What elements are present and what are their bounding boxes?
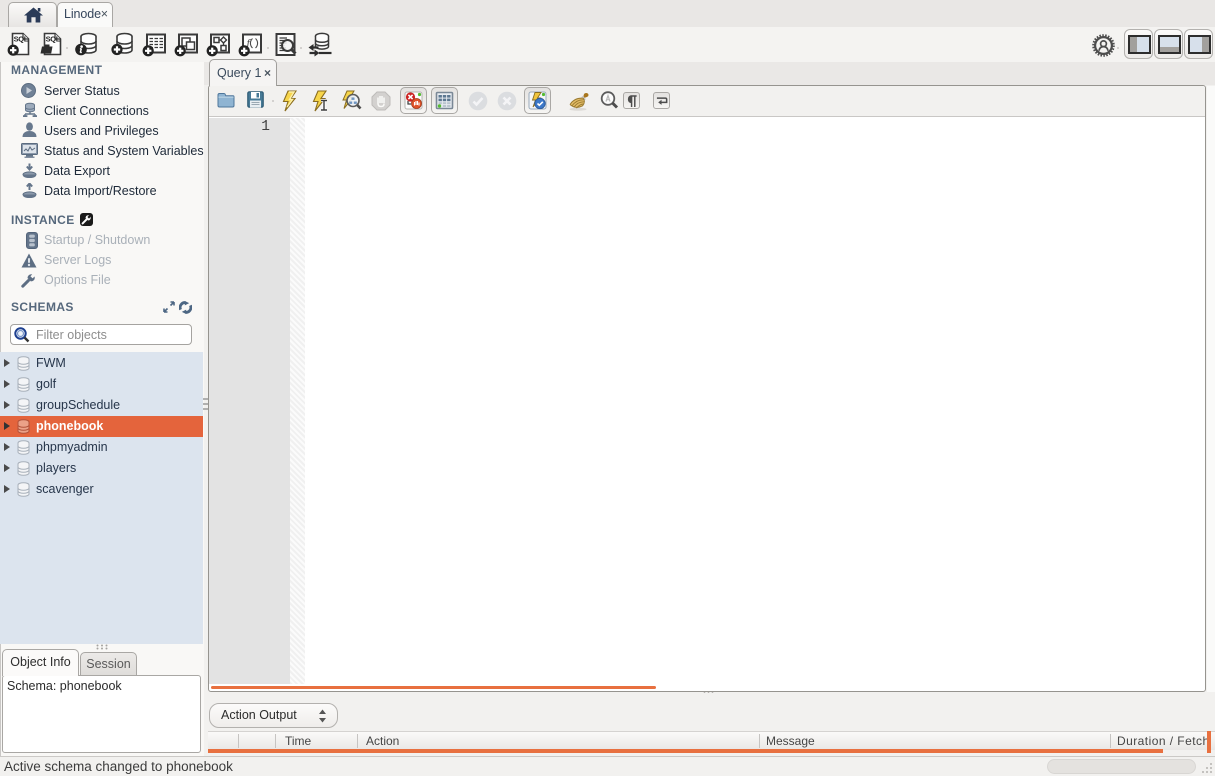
svg-text:SQL: SQL [14, 34, 29, 43]
svg-text:SQL: SQL [46, 34, 61, 43]
